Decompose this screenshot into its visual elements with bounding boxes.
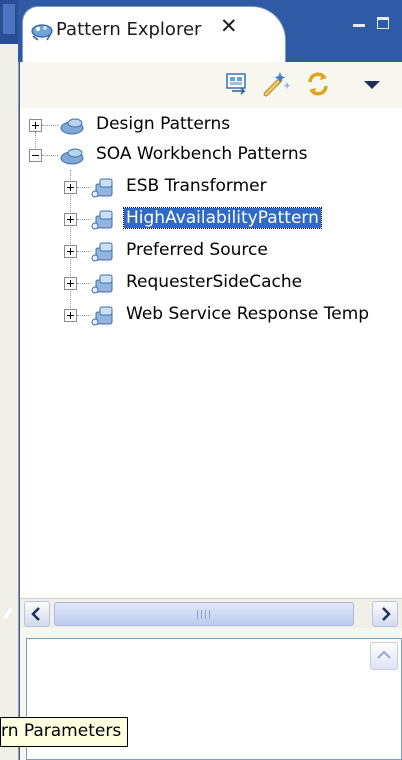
tree-node-label: SOA Workbench Patterns <box>96 144 308 164</box>
tree-connector <box>77 251 91 252</box>
pattern-icon <box>91 242 113 262</box>
collapse-toggle-icon[interactable] <box>29 149 42 162</box>
select-in-view-icon[interactable] <box>222 68 254 100</box>
expand-toggle-icon[interactable] <box>64 213 77 226</box>
expand-toggle-icon[interactable] <box>64 181 77 194</box>
minimize-icon[interactable] <box>352 16 366 32</box>
pattern-icon <box>91 306 113 326</box>
tree-node-label: HighAvailabilityPattern <box>123 207 322 229</box>
close-icon[interactable]: ✕ <box>220 14 238 38</box>
chevron-left-icon <box>31 607 40 621</box>
tree-node-requestersidecache[interactable]: RequesterSideCache <box>20 269 402 299</box>
tree-connector <box>77 283 91 284</box>
pattern-catalog-icon <box>60 148 84 165</box>
view-title: Pattern Explorer <box>56 19 202 40</box>
pattern-icon <box>91 274 113 294</box>
adjacent-view-mark <box>3 607 13 620</box>
pattern-tree: Design Patterns SOA Workbench Patterns E… <box>20 108 402 598</box>
pattern-catalog-icon <box>60 118 84 135</box>
scroll-left-button[interactable] <box>24 601 50 627</box>
sync-icon[interactable] <box>302 68 334 100</box>
tooltip: rn Parameters <box>0 717 129 747</box>
tree-connector <box>77 187 91 188</box>
tree-connector <box>77 219 91 220</box>
apply-pattern-icon[interactable] <box>260 68 292 100</box>
pattern-icon <box>91 178 113 198</box>
tree-node-label: Design Patterns <box>96 114 231 134</box>
view-menu-icon[interactable] <box>356 68 388 100</box>
horizontal-scrollbar[interactable] <box>20 598 402 629</box>
scrollbar-thumb[interactable] <box>54 602 354 626</box>
scroll-right-button[interactable] <box>372 601 398 627</box>
tree-node-highavailabilitypattern[interactable]: HighAvailabilityPattern <box>20 205 402 235</box>
expand-toggle-icon[interactable] <box>64 309 77 322</box>
tree-node-label: Preferred Source <box>126 240 268 260</box>
adjacent-view-edge <box>0 0 19 760</box>
tree-node-esb-transformer[interactable]: ESB Transformer <box>20 173 402 203</box>
expand-toggle-icon[interactable] <box>64 277 77 290</box>
pattern-icon <box>91 210 113 230</box>
pattern-explorer-icon <box>31 24 53 41</box>
expand-toggle-icon[interactable] <box>29 119 42 132</box>
tree-node-label: RequesterSideCache <box>126 272 303 292</box>
view-toolbar <box>20 62 402 109</box>
tree-node-label: Web Service Response Temp <box>126 304 370 324</box>
expand-toggle-icon[interactable] <box>64 245 77 258</box>
tree-node-soa-workbench-patterns[interactable]: SOA Workbench Patterns <box>20 141 402 171</box>
chevron-right-icon <box>382 607 391 621</box>
tree-node-design-patterns[interactable]: Design Patterns <box>20 111 402 141</box>
tree-connector <box>42 125 58 126</box>
adjacent-view-tab[interactable] <box>0 0 18 44</box>
maximize-icon[interactable] <box>376 16 392 32</box>
tree-connector <box>42 155 58 156</box>
tree-connector <box>77 315 91 316</box>
tree-node-preferred-source[interactable]: Preferred Source <box>20 237 402 267</box>
scroll-up-button[interactable] <box>370 642 398 670</box>
tree-node-label: ESB Transformer <box>126 176 267 196</box>
chevron-up-icon <box>377 650 391 659</box>
tree-node-web-service-response-temp[interactable]: Web Service Response Temp <box>20 301 402 331</box>
